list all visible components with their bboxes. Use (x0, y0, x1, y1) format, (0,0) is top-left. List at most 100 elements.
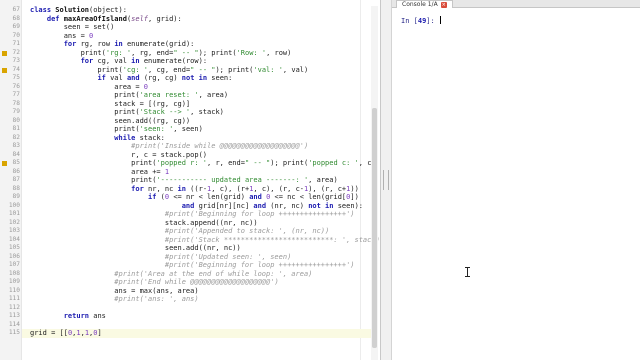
code-analysis-markers (0, 0, 9, 360)
code-token: def (46, 14, 64, 23)
code-token: 0 (143, 82, 149, 91)
code-line[interactable]: while stack: (30, 134, 165, 143)
code-line[interactable]: stack = [(rg, cg)] (30, 100, 190, 109)
console-tab[interactable]: Console 1/A × (396, 0, 453, 8)
code-token: 'cg: ' (122, 65, 149, 74)
code-token: #print('Beginning for loop +++++++++++++… (164, 210, 355, 218)
code-token: ); print( (215, 65, 254, 74)
code-line[interactable]: #print('ans: ', ans) (30, 295, 198, 304)
code-line[interactable]: class Solution(object): (30, 6, 127, 15)
code-token: grid[nr][nc] (194, 201, 254, 210)
code-token: , stack) (190, 108, 224, 116)
close-icon[interactable]: × (440, 2, 447, 8)
warning-marker-icon[interactable] (2, 50, 7, 56)
edge-guide-line (360, 0, 361, 360)
code-line[interactable]: print('----------- updated area -------:… (30, 176, 338, 185)
code-line[interactable]: seen = set() (30, 23, 115, 32)
code-token: area = (30, 82, 144, 91)
code-token: in (131, 57, 140, 65)
code-token: r, c = stack.pop() (30, 150, 208, 159)
code-token: val (105, 74, 127, 82)
code-token: ans = max(ans, area) (30, 286, 199, 295)
code-line[interactable]: #print('Beginning for loop +++++++++++++… (30, 261, 355, 270)
code-line[interactable]: for nr, nc in ((r-1, c), (r+1, c), (r, c… (30, 185, 359, 194)
code-token: #print('Stack **************************… (164, 235, 380, 244)
code-line[interactable]: area += 1 (30, 168, 169, 177)
code-token: #print('Beginning for loop +++++++++++++… (164, 261, 355, 269)
code-token: " -- " (244, 159, 271, 167)
code-line[interactable]: #print('Area at the end of while loop: '… (30, 270, 312, 279)
code-line[interactable]: stack.append((nr, nc)) (30, 219, 258, 228)
code-line[interactable]: print('Stack --> ', stack) (30, 108, 224, 117)
code-token: , area) (308, 176, 338, 184)
code-line[interactable]: #print('Appended to stack: ', (nr, nc)) (30, 227, 329, 236)
ipython-console[interactable]: Console 1/A × In [49]: (392, 0, 640, 360)
code-line[interactable]: seen.add((nr, nc)) (30, 244, 241, 253)
code-line[interactable]: and grid[nr][nc] and (nr, nc) not in see… (30, 202, 363, 211)
code-line[interactable]: print('area reset: ', area) (30, 91, 228, 100)
code-token: (rg, cg) (139, 74, 182, 82)
warning-marker-icon[interactable] (2, 161, 7, 166)
code-line[interactable]: #print('End while @@@@@@@@@@@@@@@@@@@') (30, 278, 278, 287)
code-line[interactable]: for rg, row in enumerate(grid): (30, 40, 195, 49)
code-token: (object): (89, 6, 127, 14)
code-token: <= nr < len(grid) (169, 193, 250, 201)
code-token: and (181, 201, 195, 210)
console-input-prompt[interactable]: In [49]: (401, 16, 441, 25)
code-line[interactable]: #print('Beginning for loop +++++++++++++… (30, 210, 355, 219)
code-token: 'popped c: ' (308, 159, 359, 167)
code-token: " -- " (190, 65, 216, 74)
code-line[interactable]: if val and (rg, cg) not in seen: (30, 74, 232, 83)
console-tab-label: Console 1/A (402, 1, 438, 8)
code-token: seen.add((rg, cg)) (30, 116, 191, 125)
code-token: , c), (r, c- (253, 184, 304, 193)
code-line[interactable]: #print('Updated seen: ', seen) (30, 253, 291, 262)
code-line[interactable]: print('seen: ', seen) (30, 125, 203, 134)
warning-marker-icon[interactable] (2, 67, 7, 73)
code-line[interactable]: grid = [[0,1,1,0] (30, 329, 102, 338)
splitter-grip-icon[interactable] (383, 170, 389, 190)
code-token: 'Stack --> ' (139, 108, 191, 116)
code-line[interactable]: #print('Stack **************************… (30, 236, 380, 245)
code-token: enumerate(grid): (122, 40, 195, 48)
code-line[interactable]: def maxAreaOfIsland(self, grid): (30, 15, 182, 24)
code-line[interactable]: return ans (30, 312, 106, 321)
code-line[interactable]: ans = max(ans, area) (30, 286, 199, 296)
code-token: print( (30, 159, 157, 167)
code-line[interactable]: r, c = stack.pop() (30, 151, 207, 160)
code-token: seen: (207, 74, 233, 82)
code-line[interactable]: print('rg: ', rg, end=" -- "); print('Ro… (30, 48, 292, 58)
code-editor[interactable]: 67 68 69 70 71 72 73 74 75 76 77 78 79 80 81 82 83 84 85 86… (0, 0, 380, 360)
code-token: #print('Inside while @@@@@@@@@@@@@@@@@@@… (131, 142, 309, 150)
code-token: and (249, 193, 262, 201)
code-line[interactable]: area = 0 (30, 83, 148, 92)
code-token: seen): (333, 201, 364, 210)
code-token: maxAreaOfIsland (63, 14, 127, 23)
code-line[interactable]: ans = 0 (30, 32, 94, 41)
code-token: ); print( (198, 48, 237, 57)
code-token: #print('Appended to stack: ', (nr, nc)) (164, 227, 330, 235)
code-token: not in (308, 201, 334, 210)
editor-scrollbar-thumb[interactable] (372, 108, 377, 348)
code-line[interactable]: if (0 <= nr < len(grid) and 0 <= nc < le… (30, 193, 359, 202)
code-line[interactable]: for cg, val in enumerate(row): (30, 57, 207, 66)
console-tab-bar: Console 1/A × (392, 0, 640, 8)
code-token: print( (30, 108, 140, 116)
code-line[interactable]: seen.add((rg, cg)) (30, 117, 190, 126)
code-line[interactable]: print('cg: ', cg, end=" -- "); print('va… (30, 66, 308, 75)
code-token: area += (30, 167, 165, 176)
code-token: ] (97, 329, 102, 337)
prompt-suffix: ]: (426, 17, 439, 25)
code-token: rg, row (76, 40, 115, 48)
code-token: in (114, 40, 123, 48)
code-line[interactable]: #print('Inside while @@@@@@@@@@@@@@@@@@@… (30, 142, 308, 151)
code-line[interactable]: print('popped r: ', r, end=" -- "); prin… (30, 159, 375, 168)
code-token: 'val: ' (253, 65, 283, 74)
